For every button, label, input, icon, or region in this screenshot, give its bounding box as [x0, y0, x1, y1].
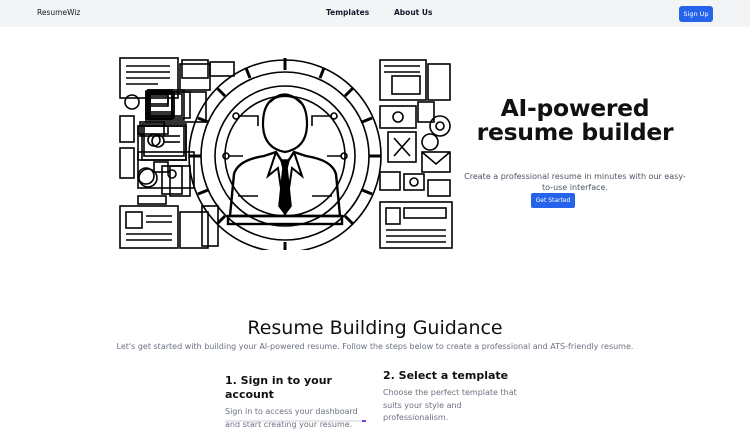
- sign-up-button[interactable]: Sign Up: [679, 6, 713, 22]
- step-title: 2. Select a template: [383, 369, 509, 382]
- brand-logo[interactable]: ResumeWiz: [37, 8, 80, 17]
- step-text: Sign in to access your dashboard and sta…: [225, 407, 358, 429]
- hero-subtitle: Create a professional resume in minutes …: [464, 172, 686, 192]
- step-card-sign-in: 1. Sign in to your account Sign in to ac…: [225, 374, 375, 431]
- step-title: 1. Sign in to your account: [225, 374, 332, 401]
- top-navigation-bar: ResumeWiz Templates About Us Sign Up: [0, 0, 750, 27]
- hero-illustration: [118, 56, 453, 250]
- get-started-button[interactable]: Get Started: [531, 193, 575, 208]
- nav-templates-link[interactable]: Templates: [326, 8, 369, 17]
- step-text: Choose the perfect template that suits y…: [383, 388, 517, 422]
- guidance-title: Resume Building Guidance: [247, 317, 503, 339]
- guidance-subtitle: Let's get started with building your AI-…: [116, 342, 634, 351]
- step-card-select-template: 2. Select a template Choose the perfect …: [383, 369, 533, 425]
- nav-about-link[interactable]: About Us: [394, 8, 432, 17]
- resume-illustration-icon: [119, 57, 453, 250]
- hero-title: AI-powered resume builder: [476, 94, 674, 146]
